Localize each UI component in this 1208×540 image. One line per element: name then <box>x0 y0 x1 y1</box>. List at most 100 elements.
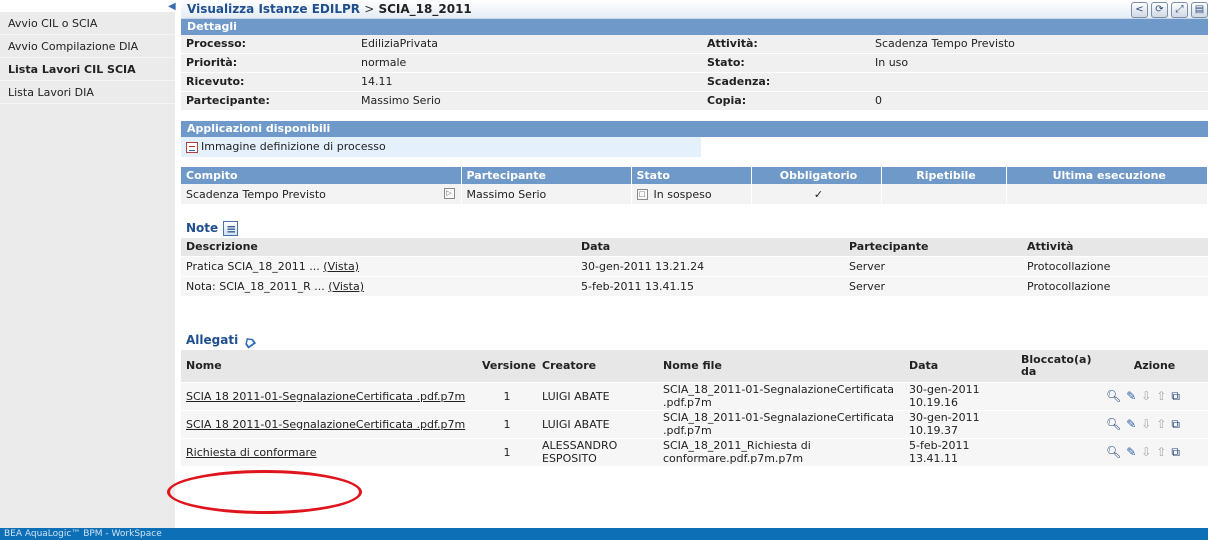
view-icon[interactable]: 🔍︎ <box>1106 446 1121 458</box>
download-icon[interactable]: ⇩ <box>1141 418 1151 430</box>
sidebar-item-lista-lavori-cil-scia[interactable]: Lista Lavori CIL SCIA <box>0 58 175 81</box>
detail-value: 14.11 <box>356 72 702 92</box>
note-descrizione: Nota: SCIA_18_2011_R ... (Vista) <box>181 275 576 296</box>
attachment-name-link[interactable]: SCIA 18 2011-01-SegnalazioneCertificata … <box>181 409 477 438</box>
detail-key: Processo: <box>181 35 356 54</box>
col-stato: Stato <box>631 167 752 184</box>
detail-key: Copia: <box>702 91 870 111</box>
app-label: Immagine definizione di processo <box>201 140 386 153</box>
task-compito[interactable]: Scadenza Tempo Previsto ▷ <box>181 184 462 204</box>
details-row: Ricevuto: 14.11 Scadenza: <box>181 72 1208 92</box>
attachments-title: Allegati <box>186 333 239 347</box>
attachment-file: SCIA_18_2011-01-SegnalazioneCertificata … <box>658 409 904 438</box>
details-header: Dettagli <box>181 19 1208 35</box>
col-creatore: Creatore <box>537 350 658 382</box>
refresh-icon[interactable]: ⟳ <box>1151 2 1168 18</box>
detail-value: Scadenza Tempo Previsto <box>870 35 1208 54</box>
process-image-icon <box>186 141 198 153</box>
note-text: Nota: SCIA_18_2011_R ... <box>186 279 325 293</box>
note-attivita: Protocollazione <box>1022 255 1208 276</box>
sidebar-item-avvio-cil-scia[interactable]: Avvio CIL o SCIA <box>0 12 175 35</box>
detail-key: Scadenza: <box>702 72 870 92</box>
details-row: Processo: EdiliziaPrivata Attività: Scad… <box>181 35 1208 54</box>
download-icon[interactable]: ⇩ <box>1141 390 1151 402</box>
attachment-data: 5-feb-2011 13.41.11 <box>904 437 1016 466</box>
col-ripetibile: Ripetibile <box>881 167 1007 184</box>
task-row[interactable]: Scadenza Tempo Previsto ▷ Massimo Serio … <box>181 184 1208 204</box>
sidebar: ◀ Avvio CIL o SCIA Avvio Compilazione DI… <box>0 0 176 528</box>
detail-value: In uso <box>870 53 1208 73</box>
col-attivita: Attività <box>1022 238 1208 256</box>
note-text: Pratica SCIA_18_2011 ... <box>186 259 320 273</box>
attachments-title-row: Allegati ⌂ <box>181 328 1208 352</box>
col-ultima-esecuzione: Ultima esecuzione <box>1006 167 1208 184</box>
new-attachment-icon[interactable]: ⌂ <box>239 328 264 352</box>
attachments-header-row: Nome Versione Creatore Nome file Data Bl… <box>181 350 1208 382</box>
title-current: SCIA_18_2011 <box>378 2 472 16</box>
attachment-actions: 🔍︎ ✎ ⇩ ⇧ ⧉ <box>1101 409 1208 438</box>
sidebar-item-lista-lavori-dia[interactable]: Lista Lavori DIA <box>0 81 175 104</box>
download-icon[interactable]: ⇩ <box>1141 446 1151 458</box>
title-prefix: Visualizza Istanze EDILPR <box>187 2 361 16</box>
note-descrizione: Pratica SCIA_18_2011 ... (Vista) <box>181 255 576 276</box>
detail-value: normale <box>356 53 702 73</box>
attachment-bloccato <box>1016 381 1101 410</box>
note-data: 5-feb-2011 13.41.15 <box>576 275 844 296</box>
attachment-row: SCIA 18 2011-01-SegnalazioneCertificata … <box>181 381 1208 410</box>
upload-icon[interactable]: ⇧ <box>1156 446 1166 458</box>
attachment-name-link[interactable]: Richiesta di conformare <box>181 437 477 466</box>
edit-icon[interactable]: ✎ <box>1126 390 1136 402</box>
note-view-link[interactable]: (Vista) <box>323 260 359 273</box>
open-icon[interactable]: ⧉ <box>1171 446 1180 458</box>
upload-icon[interactable]: ⇧ <box>1156 390 1166 402</box>
edit-icon[interactable]: ✎ <box>1126 446 1136 458</box>
attachment-bloccato <box>1016 409 1101 438</box>
col-obbligatorio: Obbligatorio <box>751 167 882 184</box>
attachments-table: Nome Versione Creatore Nome file Data Bl… <box>181 350 1208 466</box>
view-icon[interactable]: 🔍︎ <box>1106 390 1121 402</box>
task-ripetibile <box>881 184 1007 204</box>
note-partecipante: Server <box>844 275 1022 296</box>
title-toolbar: < ⟳ ⤢ ▤ <box>1131 2 1208 18</box>
suspended-icon: □ <box>636 189 648 200</box>
edit-icon[interactable]: ✎ <box>1126 418 1136 430</box>
col-data: Data <box>576 238 844 256</box>
check-icon: ✓ <box>751 184 882 204</box>
tasks-header-row: Compito Partecipante Stato Obbligatorio … <box>181 167 1208 184</box>
col-descrizione: Descrizione <box>181 238 576 256</box>
note-row: Pratica SCIA_18_2011 ... (Vista) 30-gen-… <box>181 255 1208 276</box>
attachment-name-link[interactable]: SCIA 18 2011-01-SegnalazioneCertificata … <box>181 381 477 410</box>
task-ultima <box>1006 184 1208 204</box>
task-stato-label: In sospeso <box>653 187 712 201</box>
detail-key: Stato: <box>702 53 870 73</box>
note-view-link[interactable]: (Vista) <box>328 280 364 293</box>
app-process-image[interactable]: Immagine definizione di processo <box>181 137 701 157</box>
back-icon[interactable]: < <box>1131 2 1148 18</box>
upload-icon[interactable]: ⇧ <box>1156 418 1166 430</box>
notes-table: Descrizione Data Partecipante Attività P… <box>181 238 1208 296</box>
tasks-table: Compito Partecipante Stato Obbligatorio … <box>181 167 1208 204</box>
print-icon[interactable]: ▤ <box>1191 2 1208 18</box>
collapse-arrow-icon[interactable]: ◀ <box>168 1 176 12</box>
attachment-data: 30-gen-2011 10.19.37 <box>904 409 1016 438</box>
expand-icon[interactable]: ⤢ <box>1171 2 1188 18</box>
view-icon[interactable]: 🔍︎ <box>1106 418 1121 430</box>
attachment-row: Richiesta di conformare 1 ALESSANDRO ESP… <box>181 437 1208 466</box>
open-icon[interactable]: ⧉ <box>1171 418 1180 430</box>
sidebar-topbar <box>0 0 175 12</box>
attachment-versione: 1 <box>477 381 537 410</box>
attachment-versione: 1 <box>477 437 537 466</box>
attachment-file: SCIA_18_2011_Richiesta di conformare.pdf… <box>658 437 904 466</box>
activity-icon[interactable]: ▷ <box>443 187 455 199</box>
col-nome: Nome <box>181 350 477 382</box>
details-table: Processo: EdiliziaPrivata Attività: Scad… <box>181 35 1208 111</box>
sidebar-item-avvio-compilazione-dia[interactable]: Avvio Compilazione DIA <box>0 35 175 58</box>
attachment-creatore: LUIGI ABATE <box>537 409 658 438</box>
attachment-creatore: LUIGI ABATE <box>537 381 658 410</box>
attachment-creatore: ALESSANDRO ESPOSITO <box>537 437 658 466</box>
detail-key: Attività: <box>702 35 870 54</box>
open-icon[interactable]: ⧉ <box>1171 390 1180 402</box>
attachment-actions: 🔍︎ ✎ ⇩ ⇧ ⧉ <box>1101 437 1208 466</box>
new-note-icon[interactable] <box>223 219 239 239</box>
task-partecipante: Massimo Serio <box>461 184 632 204</box>
